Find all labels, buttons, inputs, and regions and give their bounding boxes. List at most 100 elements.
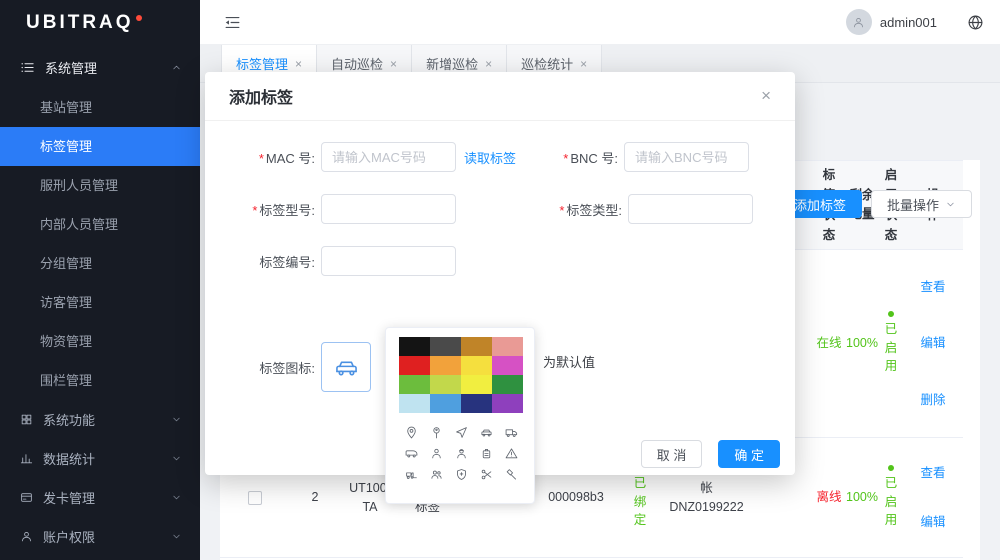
sidebar-group-data-statistics[interactable]: 数据统计 bbox=[0, 439, 200, 478]
sidebar-group-card-issuing[interactable]: 发卡管理 bbox=[0, 478, 200, 517]
required-mark: * bbox=[252, 203, 257, 218]
group-icon[interactable] bbox=[424, 464, 449, 485]
sidebar-group-system-functions[interactable]: 系统功能 bbox=[0, 400, 200, 439]
color-swatch[interactable] bbox=[399, 394, 430, 413]
navigation-icon[interactable] bbox=[449, 422, 474, 443]
close-icon[interactable]: × bbox=[295, 57, 302, 71]
battery-value: 100% bbox=[845, 250, 879, 437]
close-icon[interactable]: × bbox=[390, 57, 397, 71]
logo-accent-dot bbox=[136, 15, 142, 21]
scissors-icon[interactable] bbox=[474, 464, 499, 485]
icon-grid bbox=[399, 422, 521, 485]
modal-title: 添加标签 bbox=[229, 84, 293, 108]
menu-fold-icon[interactable] bbox=[224, 14, 241, 31]
mac-input[interactable] bbox=[321, 142, 456, 172]
color-swatch[interactable] bbox=[430, 356, 461, 375]
color-swatch[interactable] bbox=[399, 337, 430, 356]
color-swatch[interactable] bbox=[399, 356, 430, 375]
icon-label: 标签图标: bbox=[237, 358, 315, 377]
color-swatch[interactable] bbox=[461, 375, 492, 394]
shield-icon[interactable] bbox=[449, 464, 474, 485]
chevron-down-icon bbox=[945, 199, 956, 210]
sidebar-item-grouping[interactable]: 分组管理 bbox=[0, 244, 200, 283]
card-icon bbox=[20, 491, 33, 504]
color-swatch[interactable] bbox=[430, 375, 461, 394]
user-icon bbox=[20, 530, 33, 543]
grid-icon bbox=[20, 413, 33, 426]
close-icon[interactable]: × bbox=[485, 57, 492, 71]
sidebar-item-internal-staff[interactable]: 内部人员管理 bbox=[0, 205, 200, 244]
van-icon[interactable] bbox=[399, 443, 424, 464]
chevron-up-icon bbox=[171, 62, 182, 73]
sidebar-item-visitor[interactable]: 访客管理 bbox=[0, 283, 200, 322]
type-input[interactable] bbox=[628, 194, 753, 224]
edit-link[interactable]: 编辑 bbox=[920, 334, 945, 352]
person-pin-icon[interactable] bbox=[424, 422, 449, 443]
id-badge-icon[interactable] bbox=[474, 443, 499, 464]
sidebar-item-tag-management[interactable]: 标签管理 bbox=[0, 127, 200, 166]
forklift-icon[interactable] bbox=[399, 464, 424, 485]
sidebar-item-inmate[interactable]: 服刑人员管理 bbox=[0, 166, 200, 205]
required-mark: * bbox=[259, 151, 264, 166]
logo: UBITRAQ bbox=[0, 0, 200, 46]
logo-text: UBITRAQ bbox=[26, 12, 134, 34]
close-icon[interactable]: × bbox=[580, 57, 587, 71]
view-link[interactable]: 查看 bbox=[920, 464, 945, 482]
enabled-status: 已启用 bbox=[879, 438, 903, 557]
sidebar: UBITRAQ 系统管理 基站管理 标签管理 服刑人员管理 内部人员管理 分组管… bbox=[0, 0, 200, 560]
hammer-icon[interactable] bbox=[499, 464, 524, 485]
bnc-input[interactable] bbox=[624, 142, 749, 172]
topbar: admin001 bbox=[200, 0, 1000, 45]
sidebar-section-system-management[interactable]: 系统管理 bbox=[0, 46, 200, 88]
car-icon bbox=[333, 354, 360, 381]
truck-icon[interactable] bbox=[499, 422, 524, 443]
confirm-button[interactable]: 确 定 bbox=[718, 440, 780, 468]
required-mark: * bbox=[559, 203, 564, 218]
chevron-down-icon bbox=[171, 492, 182, 503]
cancel-button[interactable]: 取 消 bbox=[641, 440, 703, 468]
code-input[interactable] bbox=[321, 246, 456, 276]
modal-header: 添加标签 × bbox=[205, 72, 795, 121]
location-pin-icon[interactable] bbox=[399, 422, 424, 443]
warning-icon[interactable] bbox=[499, 443, 524, 464]
sidebar-item-fence[interactable]: 围栏管理 bbox=[0, 361, 200, 400]
type-label: *标签类型: bbox=[544, 200, 622, 219]
color-swatch[interactable] bbox=[430, 337, 461, 356]
car-icon[interactable] bbox=[474, 422, 499, 443]
sidebar-group-account-permissions[interactable]: 账户权限 bbox=[0, 517, 200, 556]
color-swatch[interactable] bbox=[461, 356, 492, 375]
battery-value: 100% bbox=[845, 438, 879, 557]
tag-icon-button[interactable] bbox=[321, 342, 371, 392]
sidebar-item-asset[interactable]: 物资管理 bbox=[0, 322, 200, 361]
screen: UBITRAQ 系统管理 基站管理 标签管理 服刑人员管理 内部人员管理 分组管… bbox=[0, 0, 1000, 560]
color-swatch[interactable] bbox=[399, 375, 430, 394]
color-swatch[interactable] bbox=[492, 394, 523, 413]
read-tag-link[interactable]: 读取标签 bbox=[464, 148, 516, 167]
color-swatch[interactable] bbox=[492, 337, 523, 356]
default-icon-note: 为默认值 bbox=[543, 352, 595, 371]
avatar[interactable] bbox=[846, 9, 872, 35]
color-swatch[interactable] bbox=[430, 394, 461, 413]
delete-link[interactable]: 删除 bbox=[920, 391, 945, 409]
close-icon[interactable]: × bbox=[761, 86, 771, 106]
edit-link[interactable]: 编辑 bbox=[920, 513, 945, 531]
color-swatch[interactable] bbox=[461, 337, 492, 356]
icon-picker-popup bbox=[385, 327, 535, 504]
batch-actions-button[interactable]: 批量操作 bbox=[871, 190, 972, 218]
view-link[interactable]: 查看 bbox=[920, 278, 945, 296]
enabled-status: 已启用 bbox=[879, 250, 903, 437]
chevron-down-icon bbox=[171, 453, 182, 464]
status-dot bbox=[888, 465, 894, 471]
color-swatch[interactable] bbox=[492, 356, 523, 375]
color-swatch[interactable] bbox=[461, 394, 492, 413]
model-input[interactable] bbox=[321, 194, 456, 224]
chevron-down-icon bbox=[171, 414, 182, 425]
row-checkbox[interactable] bbox=[248, 491, 262, 505]
sidebar-item-base-station[interactable]: 基站管理 bbox=[0, 88, 200, 127]
person-icon[interactable] bbox=[424, 443, 449, 464]
required-mark: * bbox=[563, 151, 568, 166]
code-label: 标签编号: bbox=[237, 252, 315, 271]
color-swatch[interactable] bbox=[492, 375, 523, 394]
globe-icon[interactable] bbox=[967, 14, 984, 31]
worker-icon[interactable] bbox=[449, 443, 474, 464]
